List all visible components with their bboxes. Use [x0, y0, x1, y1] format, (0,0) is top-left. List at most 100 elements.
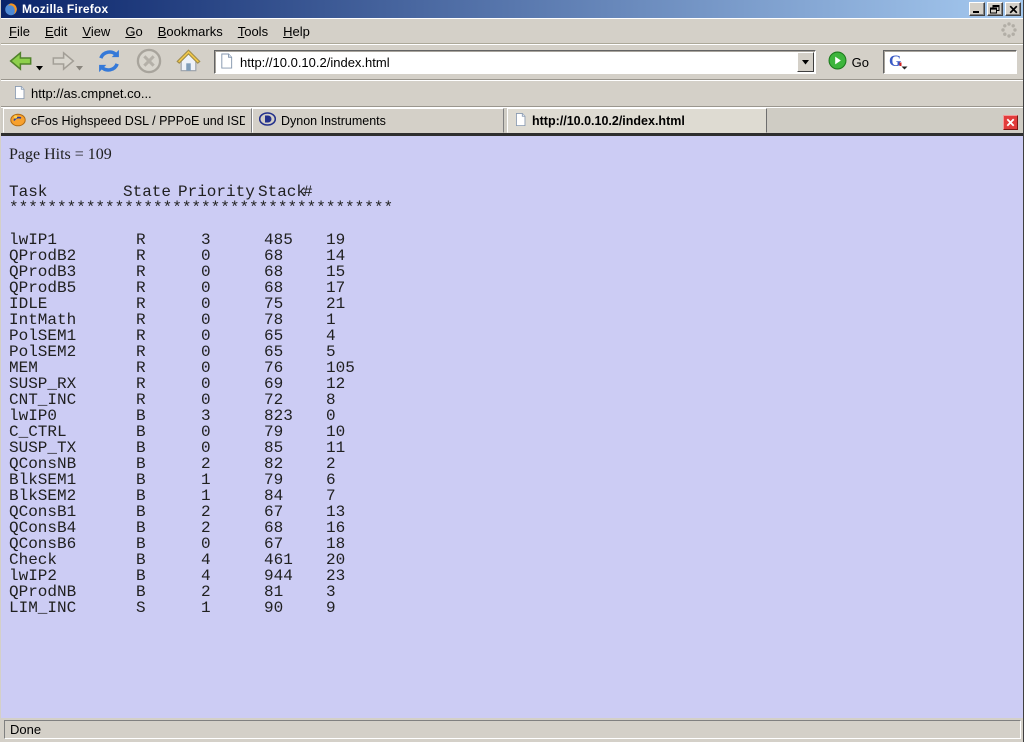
status-bar: Done [1, 718, 1023, 742]
home-icon [175, 47, 202, 77]
reload-icon [95, 47, 123, 78]
cell-state: R [136, 376, 146, 392]
cell-priority: 0 [201, 264, 211, 280]
google-icon[interactable]: G [887, 52, 909, 73]
dynon-icon [259, 112, 276, 129]
cell-stack: 823 [264, 408, 293, 424]
status-text: Done [10, 722, 41, 737]
cell-stack: 65 [264, 328, 283, 344]
task-row: lwIP2B494423 [9, 568, 1015, 584]
menu-tools[interactable]: Tools [238, 24, 268, 39]
cell-stack: 78 [264, 312, 283, 328]
cell-state: B [136, 584, 146, 600]
cell-stack: 68 [264, 248, 283, 264]
tab-bar: cFos Highspeed DSL / PPPoE und ISDN CAP.… [1, 107, 1023, 136]
window-title: Mozilla Firefox [22, 2, 967, 16]
cell-state: B [136, 472, 146, 488]
cell-priority: 2 [201, 456, 211, 472]
url-bar[interactable]: http://10.0.10.2/index.html [214, 50, 816, 74]
menu-help[interactable]: Help [283, 24, 310, 39]
task-row: QProdNBB2813 [9, 584, 1015, 600]
navigation-toolbar: http://10.0.10.2/index.html Go G [1, 44, 1023, 80]
cell-num: 18 [326, 536, 345, 552]
cell-priority: 0 [201, 360, 211, 376]
menu-bookmarks[interactable]: Bookmarks [158, 24, 223, 39]
cell-task: IDLE [9, 296, 47, 312]
page-icon [219, 53, 234, 72]
url-dropdown-button[interactable] [797, 52, 814, 72]
menu-edit[interactable]: Edit [45, 24, 67, 39]
task-row: QProdB3R06815 [9, 264, 1015, 280]
menu-view[interactable]: View [82, 24, 110, 39]
task-row: lwIP1R348519 [9, 232, 1015, 248]
task-row: MEM R 0 76 105 [9, 360, 1015, 376]
header-task: Task [9, 184, 47, 200]
reload-button[interactable] [93, 45, 125, 80]
home-button[interactable] [173, 45, 204, 79]
cell-num: 6 [326, 472, 336, 488]
cell-num: 12 [326, 376, 345, 392]
page-viewport: Page Hits = 109 Task State Priority Stac… [1, 136, 1023, 718]
minimize-button[interactable] [969, 2, 985, 16]
cell-state: R [136, 248, 146, 264]
bookmark-item[interactable]: http://as.cmpnet.co... [7, 83, 158, 105]
cell-stack: 67 [264, 536, 283, 552]
cell-num: 2 [326, 456, 336, 472]
cell-task: Check [9, 552, 57, 568]
page-icon [514, 112, 527, 130]
cell-state: R [136, 312, 146, 328]
cell-num: 10 [326, 424, 345, 440]
cell-task: IntMath [9, 312, 76, 328]
cell-task: lwIP2 [9, 568, 57, 584]
cell-stack: 944 [264, 568, 293, 584]
cell-state: R [136, 360, 146, 376]
cell-num: 0 [326, 408, 336, 424]
cell-stack: 79 [264, 472, 283, 488]
cell-priority: 2 [201, 584, 211, 600]
task-row: PolSEM1R0654 [9, 328, 1015, 344]
cell-stack: 68 [264, 264, 283, 280]
menu-bar: File Edit View Go Bookmarks Tools Help [1, 18, 1023, 44]
task-row: QConsNBB2822 [9, 456, 1015, 472]
task-row: LIM_INCS1909 [9, 600, 1015, 616]
cell-task: MEM [9, 360, 38, 376]
task-row: PolSEM2R0655 [9, 344, 1015, 360]
close-button[interactable] [1005, 2, 1021, 16]
cell-num: 105 [326, 360, 355, 376]
menu-file[interactable]: File [9, 24, 30, 39]
cell-stack: 69 [264, 376, 283, 392]
cell-state: B [136, 520, 146, 536]
cell-state: R [136, 296, 146, 312]
cell-state: B [136, 488, 146, 504]
stop-icon [135, 47, 163, 78]
cell-task: QConsB1 [9, 504, 76, 520]
back-button[interactable] [7, 46, 47, 79]
back-dropdown-icon[interactable] [36, 59, 43, 74]
forward-icon [49, 48, 75, 77]
url-input[interactable]: http://10.0.10.2/index.html [240, 55, 797, 70]
tab-dynon[interactable]: Dynon Instruments [252, 108, 504, 133]
cell-stack: 68 [264, 280, 283, 296]
cell-priority: 0 [201, 392, 211, 408]
cell-stack: 84 [264, 488, 283, 504]
task-rows: lwIP1R348519QProdB2R06814QProdB3R06815QP… [9, 232, 1015, 616]
cell-stack: 67 [264, 504, 283, 520]
header-stack: Stack [258, 184, 306, 200]
forward-button[interactable] [47, 46, 87, 79]
cell-num: 21 [326, 296, 345, 312]
task-row: QProdB5R06817 [9, 280, 1015, 296]
menu-go[interactable]: Go [125, 24, 142, 39]
task-row: lwIP0B38230 [9, 408, 1015, 424]
cell-state: R [136, 232, 146, 248]
forward-dropdown-icon[interactable] [76, 59, 83, 74]
cell-priority: 4 [201, 552, 211, 568]
cell-state: B [136, 456, 146, 472]
tab-close-button[interactable] [1003, 115, 1018, 130]
cell-stack: 76 [264, 360, 283, 376]
go-button[interactable]: Go [824, 49, 873, 75]
tab-cfos[interactable]: cFos Highspeed DSL / PPPoE und ISDN CAP.… [3, 108, 252, 133]
tab-active-index[interactable]: http://10.0.10.2/index.html [507, 108, 767, 133]
search-input[interactable]: G [883, 50, 1017, 74]
restore-button[interactable] [987, 2, 1003, 16]
cell-task: lwIP1 [9, 232, 57, 248]
